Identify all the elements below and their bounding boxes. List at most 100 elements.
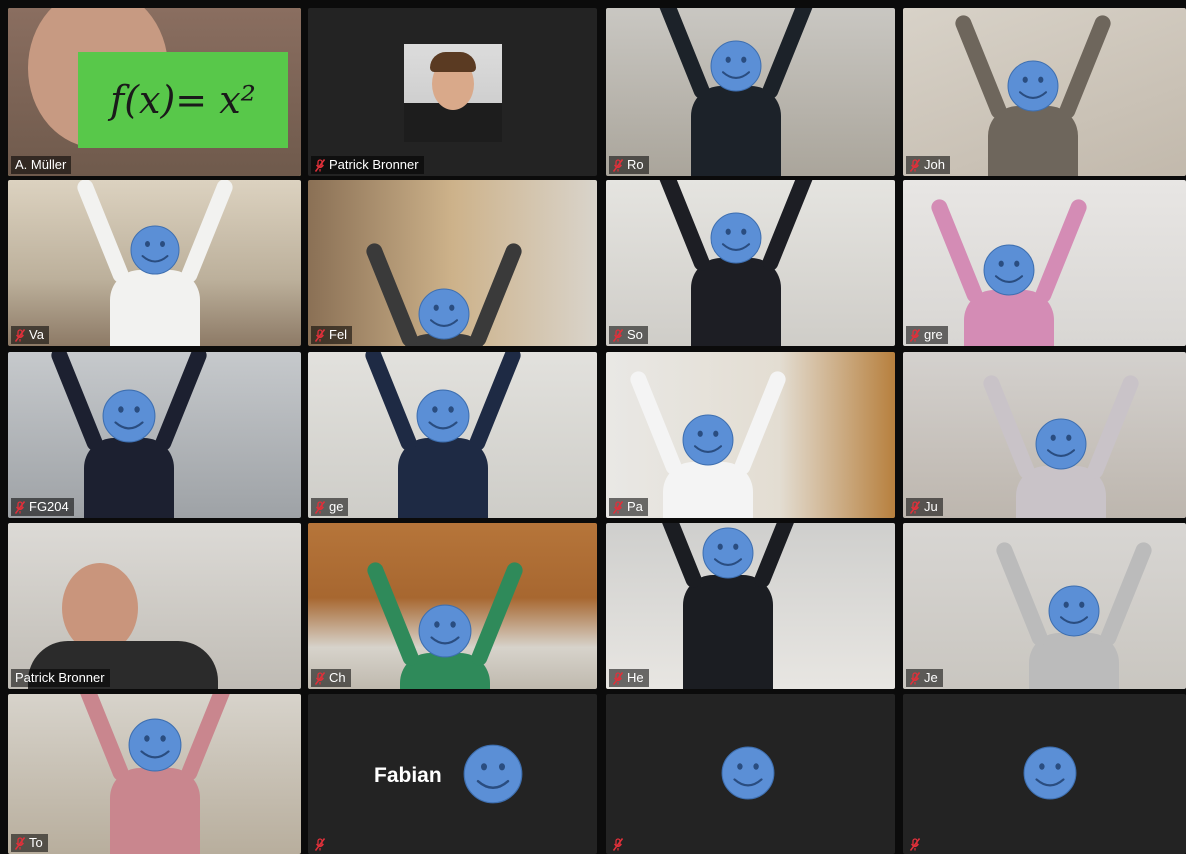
muted-mic-icon	[613, 671, 623, 685]
participant-name-label: Fel	[311, 326, 353, 344]
smiley-face-icon	[1007, 60, 1059, 117]
participant-name-label: Ch	[311, 669, 351, 687]
participant-name-label: So	[609, 326, 648, 344]
participant-name: A. Müller	[15, 157, 67, 172]
participant-name-label: Va	[11, 326, 49, 344]
muted-mic-icon	[910, 671, 920, 685]
sign-text: f(x)= x²	[110, 78, 256, 122]
participant-name-label	[609, 837, 628, 852]
smiley-face-icon	[418, 288, 470, 345]
participant-name-label	[311, 837, 330, 852]
participant-name: Pa	[627, 499, 643, 514]
participant-name: ge	[329, 499, 344, 514]
muted-mic-icon	[315, 671, 325, 685]
person-figure	[683, 575, 773, 689]
participant-name: So	[627, 327, 643, 342]
muted-mic-icon	[910, 500, 920, 514]
participant-name-label: Patrick Bronner	[311, 156, 424, 174]
participant-tile[interactable]: Ro	[606, 8, 895, 176]
participant-name-label: Je	[906, 669, 943, 687]
participant-name: He	[627, 670, 644, 685]
smiley-face-icon	[128, 716, 182, 779]
muted-mic-icon	[613, 158, 623, 172]
person-figure	[691, 86, 781, 176]
participant-tile[interactable]: To	[8, 694, 301, 854]
participant-tile[interactable]: ge	[308, 352, 597, 518]
participant-name-label: Pa	[609, 498, 648, 516]
participant-tile[interactable]: So	[606, 180, 895, 346]
participant-name-label: Joh	[906, 156, 950, 174]
muted-mic-icon	[910, 328, 920, 342]
person-figure	[691, 258, 781, 346]
participant-name: Ju	[924, 499, 938, 514]
muted-mic-icon	[315, 158, 325, 172]
participant-name-label: ge	[311, 498, 349, 516]
participant-tile[interactable]: Je	[903, 523, 1186, 689]
smiley-face-icon	[102, 388, 156, 449]
muted-mic-icon	[613, 328, 623, 342]
participant-name-label: Patrick Bronner	[11, 669, 110, 687]
participant-name: FG204	[29, 499, 69, 514]
person-figure	[110, 768, 200, 854]
participant-name: Va	[29, 327, 44, 342]
muted-mic-icon	[315, 838, 325, 851]
smiley-face-icon	[418, 603, 472, 664]
muted-mic-icon	[315, 328, 325, 342]
smiley-face-icon	[721, 742, 775, 809]
participant-tile[interactable]	[903, 694, 1186, 854]
participant-tile[interactable]: f(x)= x² A. Müller	[8, 8, 301, 176]
participant-tile[interactable]: Patrick Bronner	[8, 523, 301, 689]
participant-tile[interactable]: Fabian	[308, 694, 597, 854]
smiley-face-icon	[710, 212, 762, 269]
participant-tile[interactable]: He	[606, 523, 895, 689]
smiley-face-icon	[130, 224, 180, 281]
math-sign: f(x)= x²	[78, 52, 288, 148]
participant-tile[interactable]: Patrick Bronner	[308, 8, 597, 176]
participant-name-label: To	[11, 834, 48, 852]
participant-tile[interactable]: Ju	[903, 352, 1186, 518]
muted-mic-icon	[613, 838, 623, 851]
muted-mic-icon	[910, 838, 920, 851]
smiley-face-icon	[710, 40, 762, 97]
participant-name: Patrick Bronner	[15, 670, 105, 685]
participant-name-label: Ro	[609, 156, 649, 174]
muted-mic-icon	[613, 500, 623, 514]
participant-name-label: Ju	[906, 498, 943, 516]
participant-tile[interactable]: Joh	[903, 8, 1186, 176]
video-grid: f(x)= x² A. Müller Patrick Bronner Ro Joh…	[8, 8, 1186, 854]
participant-name: Fel	[329, 327, 348, 342]
person-figure	[62, 563, 138, 653]
smiley-face-icon	[1048, 583, 1100, 644]
muted-mic-icon	[15, 836, 25, 850]
participant-tile[interactable]: Ch	[308, 523, 597, 689]
participant-name: gre	[924, 327, 943, 342]
profile-photo	[404, 44, 502, 142]
participant-name: Ro	[627, 157, 644, 172]
participant-tile[interactable]: gre	[903, 180, 1186, 346]
participant-name: Joh	[924, 157, 945, 172]
muted-mic-icon	[315, 500, 325, 514]
participant-center-name: Fabian	[374, 764, 442, 787]
smiley-face-icon	[1035, 416, 1087, 477]
smiley-face-icon	[682, 412, 734, 473]
smiley-face-icon	[983, 244, 1035, 301]
smiley-face-icon	[416, 388, 470, 449]
smiley-face-icon	[453, 744, 533, 809]
participant-tile[interactable]: Fel	[308, 180, 597, 346]
participant-name: Je	[924, 670, 938, 685]
muted-mic-icon	[15, 500, 25, 514]
participant-tile[interactable]	[606, 694, 895, 854]
participant-name-label: FG204	[11, 498, 74, 516]
participant-name-label: A. Müller	[11, 156, 72, 174]
participant-tile[interactable]: FG204	[8, 352, 301, 518]
participant-name: Ch	[329, 670, 346, 685]
muted-mic-icon	[910, 158, 920, 172]
participant-name-label: He	[609, 669, 649, 687]
smiley-face-icon	[702, 525, 754, 586]
smiley-face-icon	[1023, 742, 1077, 809]
participant-tile[interactable]: Pa	[606, 352, 895, 518]
participant-name: To	[29, 835, 43, 850]
participant-tile[interactable]: Va	[8, 180, 301, 346]
muted-mic-icon	[15, 328, 25, 342]
participant-name: Patrick Bronner	[329, 157, 419, 172]
